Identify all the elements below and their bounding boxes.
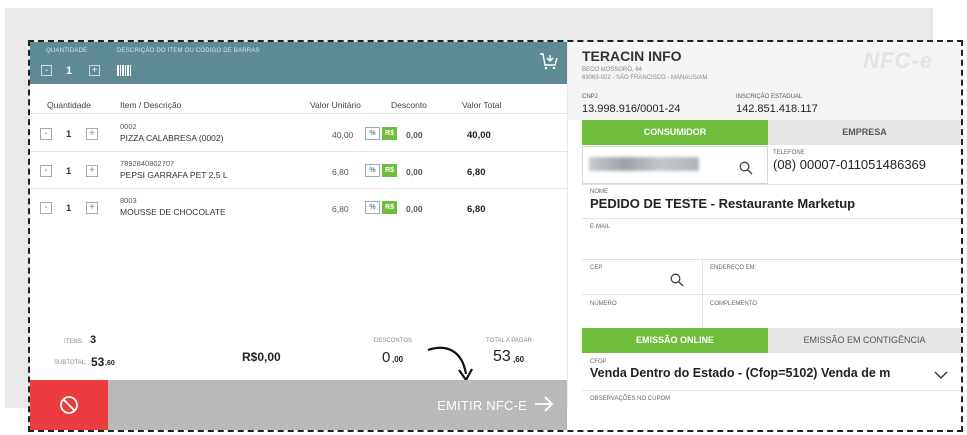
highlight-frame: [28, 40, 963, 432]
